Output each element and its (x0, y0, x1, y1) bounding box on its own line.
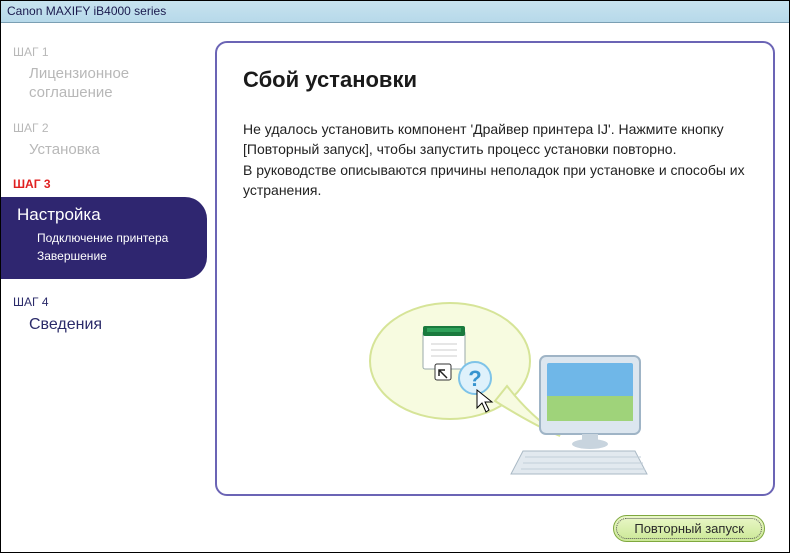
step3-active-block: Настройка Подключение принтера Завершени… (1, 197, 207, 279)
footer: Повторный запуск (1, 504, 789, 552)
window-title: Canon MAXIFY iB4000 series (7, 4, 166, 18)
content-heading: Сбой установки (243, 67, 747, 93)
step2-label: ШАГ 2 (13, 121, 211, 135)
step3-sub-finish: Завершение (37, 249, 197, 263)
installer-window: Canon MAXIFY iB4000 series ШАГ 1 Лицензи… (0, 0, 790, 553)
retry-button[interactable]: Повторный запуск (613, 515, 765, 542)
step1-name: Лицензионное соглашение (29, 65, 211, 103)
main-row: ШАГ 1 Лицензионное соглашение ШАГ 2 Уста… (1, 23, 789, 504)
content-para1: Не удалось установить компонент 'Драйвер… (243, 119, 747, 160)
step4-label: ШАГ 4 (13, 295, 211, 309)
step3-name: Настройка (17, 205, 197, 225)
sidebar: ШАГ 1 Лицензионное соглашение ШАГ 2 Уста… (1, 23, 211, 504)
step2-name: Установка (29, 141, 211, 160)
step3-subitems: Подключение принтера Завершение (17, 231, 197, 263)
window-titlebar: Canon MAXIFY iB4000 series (1, 1, 789, 23)
window-body: ШАГ 1 Лицензионное соглашение ШАГ 2 Уста… (1, 23, 789, 552)
content-panel: Сбой установки Не удалось установить ком… (215, 41, 775, 496)
svg-text:?: ? (468, 366, 481, 391)
step4-name: Сведения (29, 315, 211, 335)
help-illustration: ? (335, 286, 655, 486)
content-para2: В руководстве описываются причины непола… (243, 160, 747, 201)
step3-sub-connect: Подключение принтера (37, 231, 197, 245)
step3-label: ШАГ 3 (13, 177, 211, 191)
step1-label: ШАГ 1 (13, 45, 211, 59)
